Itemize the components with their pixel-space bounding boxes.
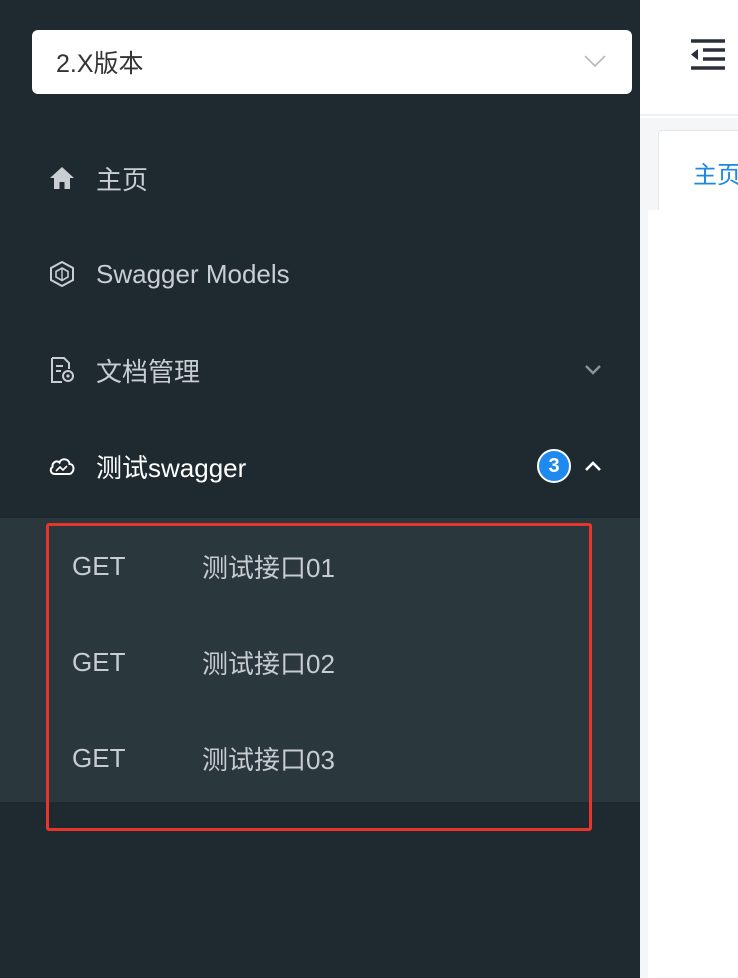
api-name: 测试接口02 bbox=[202, 648, 335, 679]
menu-item-home[interactable]: 主页 bbox=[0, 130, 640, 226]
version-select[interactable]: 2.X版本 bbox=[32, 30, 632, 94]
http-method: GET bbox=[72, 646, 126, 677]
api-name: 测试接口01 bbox=[202, 552, 335, 583]
api-item-03[interactable]: GET 测试接口03 bbox=[0, 710, 640, 806]
menu-collapse-icon[interactable] bbox=[689, 38, 727, 72]
chevron-down-icon bbox=[585, 365, 601, 375]
menu-item-test-swagger[interactable]: 测试swagger 3 bbox=[0, 418, 640, 514]
models-icon bbox=[48, 260, 76, 288]
http-method: GET bbox=[72, 550, 126, 581]
topbar bbox=[640, 0, 738, 116]
tab-label: 主页 bbox=[693, 162, 738, 189]
menu-item-label: Swagger Models bbox=[96, 258, 290, 289]
chevron-down-icon bbox=[584, 55, 606, 68]
count-badge: 3 bbox=[537, 449, 571, 483]
cloud-icon bbox=[48, 452, 76, 480]
api-item-02[interactable]: GET 测试接口02 bbox=[0, 614, 640, 710]
api-item-01[interactable]: GET 测试接口01 bbox=[0, 518, 640, 614]
tab-home[interactable]: 主页 bbox=[658, 130, 738, 210]
http-method: GET bbox=[72, 742, 126, 773]
chevron-up-icon bbox=[585, 461, 601, 471]
menu-item-swagger-models[interactable]: Swagger Models bbox=[0, 226, 640, 322]
version-select-value: 2.X版本 bbox=[56, 50, 144, 78]
submenu: GET 测试接口01 GET 测试接口02 GET 测试接口03 bbox=[0, 518, 640, 802]
main-panel: 主页 bbox=[640, 0, 738, 978]
tab-panel bbox=[648, 210, 738, 978]
menu-item-doc-management[interactable]: 文档管理 bbox=[0, 322, 640, 418]
home-icon bbox=[48, 164, 76, 192]
api-name: 测试接口03 bbox=[202, 744, 335, 775]
menu-item-label: 测试swagger bbox=[96, 452, 247, 483]
document-settings-icon bbox=[48, 356, 76, 384]
content-area: 主页 bbox=[640, 118, 738, 978]
menu-item-label: 主页 bbox=[96, 164, 149, 195]
menu-item-label: 文档管理 bbox=[96, 356, 201, 387]
sidebar: 2.X版本 主页 Swagger Models 文档管理 测试swagger 3… bbox=[0, 0, 640, 978]
